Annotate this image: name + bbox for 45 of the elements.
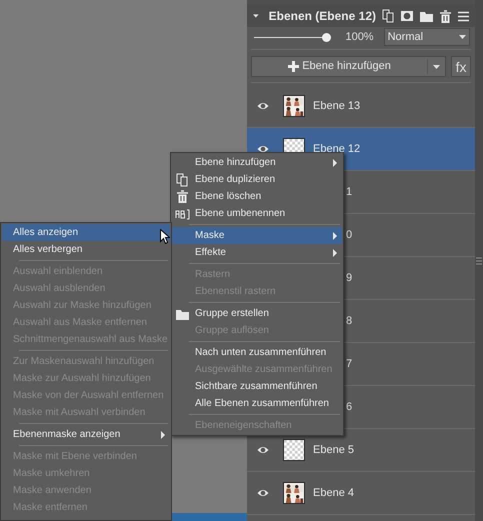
fx-button[interactable]: fx xyxy=(451,56,471,77)
add-layer-button[interactable]: Ebene hinzufügen xyxy=(251,56,446,77)
plus-icon xyxy=(288,61,300,72)
layer-name: Ebene 12 xyxy=(313,142,360,157)
scroll-grip-icon[interactable] xyxy=(476,256,482,264)
menu-item[interactable]: Alles anzeigen xyxy=(2,224,170,241)
eye-icon[interactable] xyxy=(257,144,269,154)
caret-icon xyxy=(433,64,440,68)
layer-name: 8 xyxy=(346,314,352,329)
caret-icon xyxy=(459,35,466,39)
opacity-slider[interactable] xyxy=(254,32,332,42)
menu-item[interactable]: Maske xyxy=(172,227,342,244)
cursor-icon xyxy=(160,229,170,244)
menu-icon[interactable] xyxy=(458,10,469,22)
submenu-arrow-icon xyxy=(161,430,165,438)
mask-icon[interactable] xyxy=(401,10,413,22)
eye-icon[interactable] xyxy=(257,488,269,498)
layer-name: 1 xyxy=(346,184,352,200)
layer-row[interactable]: Ebene 4 xyxy=(247,472,475,515)
eye-icon[interactable] xyxy=(257,101,269,111)
folder-icon[interactable] xyxy=(420,10,433,22)
layer-name: 7 xyxy=(346,356,352,372)
submenu-arrow-icon xyxy=(333,232,337,240)
collapse-arrow-icon[interactable] xyxy=(253,14,259,18)
transparent-thumbnail xyxy=(283,439,305,461)
trash-icon[interactable] xyxy=(440,10,451,22)
submenu-arrow-icon xyxy=(333,158,337,166)
submenu-arrow-icon xyxy=(333,248,337,256)
layer-name: Ebene 4 xyxy=(313,486,354,501)
layer-name: 9 xyxy=(346,270,352,286)
opacity-value: 100% xyxy=(345,30,374,45)
layer-name: 6 xyxy=(346,400,352,415)
menu-item[interactable]: Ebenenmaske anzeigen xyxy=(2,426,170,443)
folder-icon xyxy=(176,308,188,320)
blend-mode-dropdown[interactable]: Normal xyxy=(384,28,470,46)
layer-name: Ebene 13 xyxy=(313,98,360,114)
trash-icon xyxy=(176,190,188,203)
menu-item[interactable]: Alles verbergen xyxy=(2,241,170,258)
panel-title: Ebenen (Ebene 12) xyxy=(268,8,376,25)
eye-icon[interactable] xyxy=(257,445,269,455)
duplicate-icon[interactable] xyxy=(382,9,394,23)
layer-name: Ebene 5 xyxy=(313,442,354,458)
layer-name: 0 xyxy=(346,228,352,243)
duplicate-icon xyxy=(176,172,188,186)
rename-icon xyxy=(174,208,190,220)
